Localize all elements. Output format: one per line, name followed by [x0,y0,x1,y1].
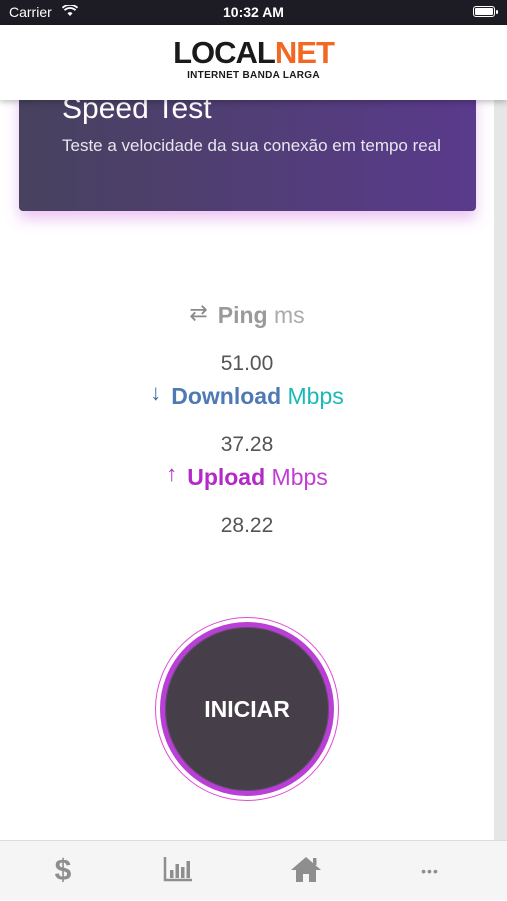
speed-test-banner: Speed Test Teste a velocidade da sua con… [19,100,476,211]
status-bar: Carrier 10:32 AM [0,0,507,25]
localnet-logo: LOCALNET INTERNET BANDA LARGA [0,35,507,82]
tab-billing[interactable]: $ [0,841,126,901]
tab-bar: $ ••• [0,840,507,900]
download-label-row: ↓ Download Mbps [0,380,494,410]
upload-label-row: ↑ Upload Mbps [0,461,494,491]
home-icon [289,855,323,888]
tab-more[interactable]: ••• [367,841,493,901]
battery-icon [473,6,498,17]
tab-home[interactable] [243,841,369,901]
arrow-down-icon: ↓ [150,380,162,405]
scrollbar[interactable] [494,100,507,840]
dollar-icon: $ [54,854,72,887]
bar-chart-icon [163,856,193,887]
upload-label: Upload [187,464,266,490]
app-header: LOCALNET INTERNET BANDA LARGA [0,25,507,100]
more-icon: ••• [421,863,439,879]
download-value: 37.28 [220,433,274,456]
upload-value: 28.22 [220,514,274,537]
download-unit: Mbps [287,383,344,409]
banner-description: Teste a velocidade da sua conexão em tem… [62,136,441,155]
arrow-up-icon: ↑ [166,461,178,486]
status-time: 10:32 AM [223,4,284,20]
upload-unit: Mbps [271,464,328,490]
tab-consumption[interactable] [115,841,241,901]
ping-label-row: ⇄ Ping ms [0,300,494,329]
logo-local: LOCAL [173,35,276,70]
ping-value: 51.00 [220,352,274,375]
logo-net: NET [274,35,335,70]
logo-tagline: INTERNET BANDA LARGA [187,70,320,81]
ping-unit: ms [274,302,305,328]
main-content[interactable]: Speed Test Teste a velocidade da sua con… [0,100,494,840]
swap-arrows-icon: ⇄ [189,300,208,325]
banner-title: Speed Test [62,100,212,125]
download-label: Download [171,383,282,409]
start-button[interactable]: INICIAR [160,622,334,796]
ping-label: Ping [217,302,268,328]
